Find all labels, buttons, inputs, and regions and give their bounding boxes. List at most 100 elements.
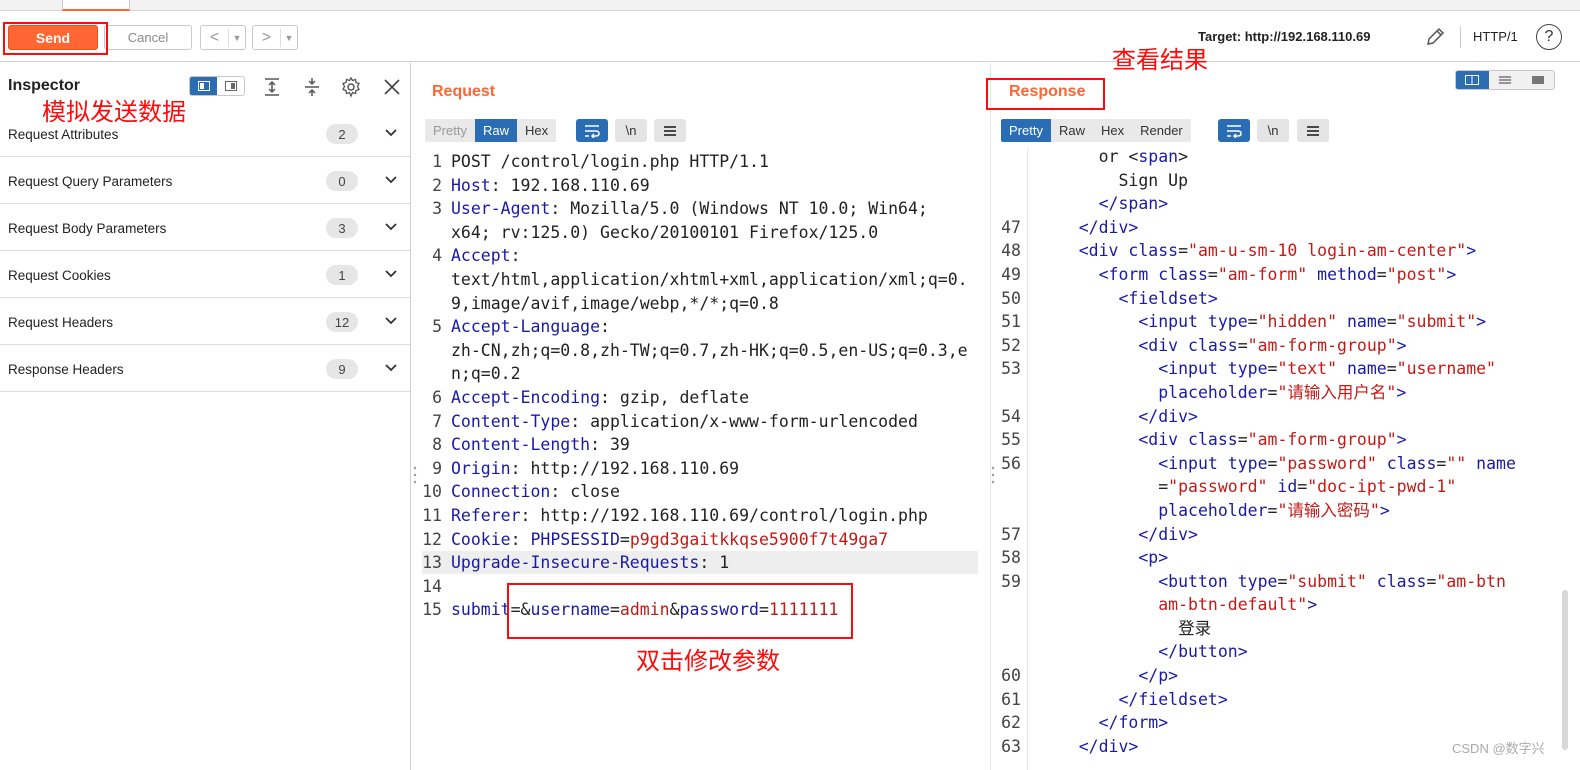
tab-hex[interactable]: Hex [1092, 119, 1133, 142]
forward-arrow-icon[interactable]: > [253, 28, 281, 47]
layout-split-icon[interactable] [217, 77, 244, 95]
cookie-eq: = [619, 529, 630, 549]
chevron-down-icon[interactable] [384, 126, 398, 140]
inspector-row-cookies[interactable]: Request Cookies 1 [0, 251, 410, 298]
forward-button[interactable]: > ▼ [252, 25, 298, 50]
line-number: 8 [432, 435, 442, 455]
panel-drag-handle-icon[interactable] [413, 465, 417, 485]
code-line: </button> [1039, 640, 1516, 664]
tab-hex[interactable]: Hex [516, 119, 557, 142]
code-line: <div class="am-form-group"> [1039, 334, 1516, 358]
tab-raw[interactable]: Raw [474, 119, 517, 142]
header-upgrade-insecure: Upgrade-Insecure-Requests: 1 [451, 551, 968, 575]
expand-all-icon[interactable] [261, 76, 283, 98]
menu-icon[interactable] [1297, 119, 1329, 142]
back-button[interactable]: < ▼ [200, 25, 246, 50]
line-number: 6 [432, 387, 442, 407]
back-arrow-icon[interactable]: < [201, 28, 229, 47]
edit-target-pencil-icon[interactable] [1424, 26, 1446, 48]
header-name: Cookie [451, 529, 511, 549]
chevron-down-icon[interactable] [384, 314, 398, 328]
tab-render[interactable]: Render [1132, 119, 1191, 142]
tab-2-active[interactable] [62, 0, 130, 11]
response-scrollbar[interactable] [1562, 590, 1568, 750]
row-label: Request Attributes [8, 127, 119, 142]
chevron-down-icon[interactable] [384, 220, 398, 234]
line-number [991, 145, 1021, 169]
http-version-selector[interactable]: HTTP/1 [1473, 29, 1518, 44]
inspector-row-response-headers[interactable]: Response Headers 9 [0, 345, 410, 392]
show-newlines-icon[interactable]: \n [615, 119, 647, 142]
annotation-simulate-send: 模拟发送数据 [42, 98, 186, 126]
code-value: "am-form-group" [1247, 335, 1397, 355]
count-badge: 9 [326, 359, 358, 379]
code-eq: = [1237, 430, 1248, 450]
params-highlight-box [507, 583, 853, 639]
inspector-layout-toggle[interactable] [189, 76, 245, 96]
count-badge: 1 [326, 265, 358, 285]
layout-rows-icon[interactable] [1488, 71, 1522, 89]
wrap-lines-icon[interactable] [576, 119, 608, 142]
tab-3[interactable] [132, 0, 172, 11]
tab-1[interactable] [0, 0, 60, 11]
menu-icon[interactable] [654, 119, 686, 142]
code-value: "请输入用户名" [1277, 382, 1397, 402]
layout-side-icon[interactable] [190, 77, 217, 95]
param-submit-name[interactable]: submit [451, 600, 511, 619]
line-number: 7 [432, 411, 442, 431]
count-badge: 2 [326, 124, 358, 144]
panel-drag-handle-icon[interactable] [991, 465, 995, 485]
count-badge: 12 [326, 312, 358, 332]
request-editor[interactable]: POST /control/login.php HTTP/1.1 Host: 19… [451, 150, 968, 622]
request-title: Request [432, 83, 496, 100]
code-line: </span> [1039, 192, 1516, 216]
code-value: "请输入密码" [1277, 500, 1380, 520]
chevron-down-icon[interactable] [384, 267, 398, 281]
watermark: CSDN @数字兴 [1452, 741, 1545, 756]
inspector-row-request-headers[interactable]: Request Headers 12 [0, 298, 410, 345]
response-panel: Response Pretty Raw Hex Render \n 47 48 49… [990, 63, 1580, 770]
response-editor[interactable]: or <span> Sign Up </span> </div> <div cl… [1039, 145, 1516, 758]
close-inspector-icon[interactable] [381, 76, 403, 98]
back-dropdown-icon[interactable]: ▼ [229, 33, 245, 43]
header-name: Upgrade-Insecure-Requests [451, 553, 700, 573]
chevron-down-icon[interactable] [384, 173, 398, 187]
line-number [416, 292, 442, 316]
response-view-tabs: Pretty Raw Hex Render [1001, 119, 1191, 142]
chevron-down-icon[interactable] [384, 361, 398, 375]
code-line: </div> [1039, 216, 1516, 240]
tab-pretty[interactable]: Pretty [425, 119, 475, 142]
show-newlines-icon[interactable]: \n [1257, 119, 1289, 142]
code-line: </div> [1039, 735, 1516, 759]
header-name: Content-Type [451, 411, 571, 431]
code-tag: <div [1138, 335, 1179, 355]
code-tag: </p> [1138, 666, 1179, 686]
header-name: Accept-Encoding [451, 387, 601, 407]
collapse-all-icon[interactable] [301, 76, 323, 98]
inspector-row-body-parameters[interactable]: Request Body Parameters 3 [0, 204, 410, 251]
help-icon[interactable]: ? [1536, 24, 1562, 50]
code-tag: <form [1098, 264, 1149, 284]
wrap-lines-icon[interactable] [1218, 119, 1250, 142]
request-line-text: POST /control/login.php HTTP/1.1 [451, 152, 769, 171]
line-number: 12 [422, 529, 442, 549]
settings-gear-icon[interactable] [340, 76, 362, 98]
code-tag: </div> [1138, 406, 1198, 426]
line-number [416, 339, 442, 363]
inspector-row-query-parameters[interactable]: Request Query Parameters 0 [0, 157, 410, 204]
layout-columns-icon[interactable] [1456, 71, 1489, 89]
code-value: "submit" [1396, 312, 1477, 332]
cancel-button[interactable]: Cancel [104, 25, 192, 50]
forward-dropdown-icon[interactable]: ▼ [281, 33, 297, 43]
response-layout-toggle[interactable] [1455, 70, 1555, 90]
code-value: am-btn-default" [1158, 595, 1308, 615]
layout-single-icon[interactable] [1521, 71, 1554, 89]
code-attr: class [1148, 264, 1208, 284]
code-tag: > [1396, 382, 1407, 402]
tab-pretty[interactable]: Pretty [1001, 119, 1051, 142]
tab-raw[interactable]: Raw [1050, 119, 1093, 142]
header-value: : http://192.168.110.69/control/login.ph… [520, 505, 928, 525]
line-number: 2 [432, 175, 442, 195]
code-eq: = [1267, 500, 1278, 520]
code-attr: id [1267, 477, 1298, 497]
